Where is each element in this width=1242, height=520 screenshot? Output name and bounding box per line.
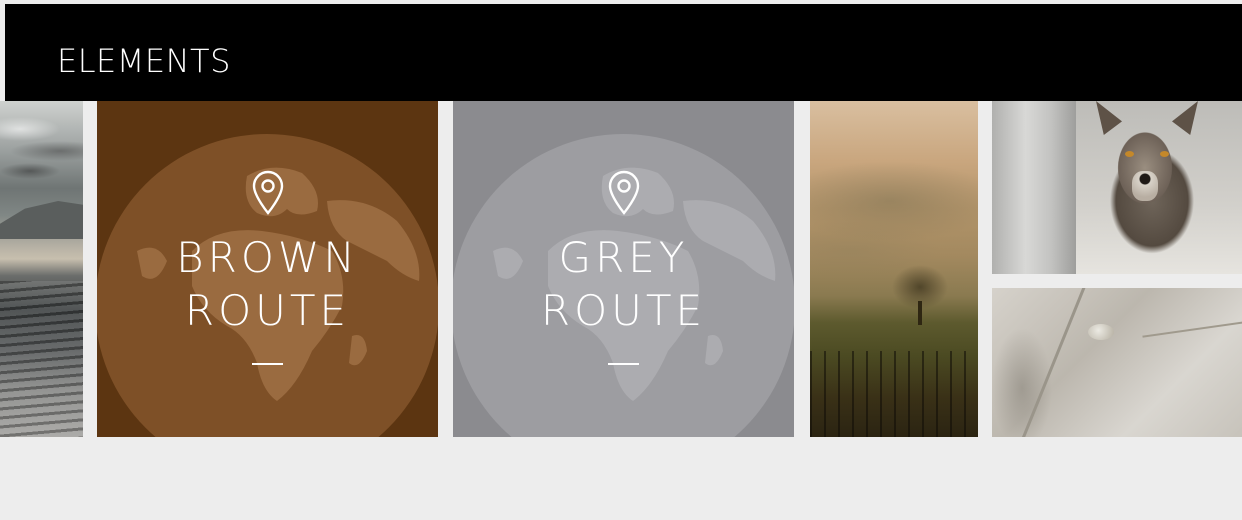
tile-photo-buds[interactable] — [992, 288, 1242, 437]
photo-vine-rows — [810, 351, 978, 437]
route-title: GREY ROUTE — [453, 231, 794, 337]
photo-wolf-face — [1100, 113, 1190, 223]
page-title: ELEMENTS — [57, 42, 231, 80]
photo-clouds — [0, 101, 83, 211]
photo-birch-trunk — [992, 101, 1076, 274]
route-title-line2: ROUTE — [540, 286, 707, 335]
tile-brown-route[interactable]: BROWN ROUTE — [97, 101, 438, 437]
tile-grey-route[interactable]: GREY ROUTE — [453, 101, 794, 437]
page-header: ELEMENTS — [5, 4, 1242, 101]
route-title: BROWN ROUTE — [97, 231, 438, 337]
photo-wolf-eye-right — [1160, 151, 1169, 157]
photo-wolf-eye-left — [1125, 151, 1134, 157]
tile-photo-coastline[interactable] — [0, 101, 83, 437]
route-title-line1: BROWN — [176, 233, 359, 282]
photo-tree-trunk — [918, 301, 922, 325]
route-title-line1: GREY — [558, 233, 689, 282]
route-title-line2: ROUTE — [184, 286, 351, 335]
photo-bud — [1088, 324, 1114, 340]
route-divider — [608, 363, 639, 365]
tile-photo-misty-vineyard[interactable] — [810, 101, 978, 437]
tile-photo-wolf[interactable] — [992, 101, 1242, 274]
location-pin-icon — [252, 170, 284, 215]
route-divider — [252, 363, 283, 365]
photo-branch — [1142, 320, 1242, 338]
location-pin-icon — [608, 170, 640, 215]
photo-wolf-muzzle — [1132, 171, 1158, 201]
photo-shore — [0, 281, 83, 437]
